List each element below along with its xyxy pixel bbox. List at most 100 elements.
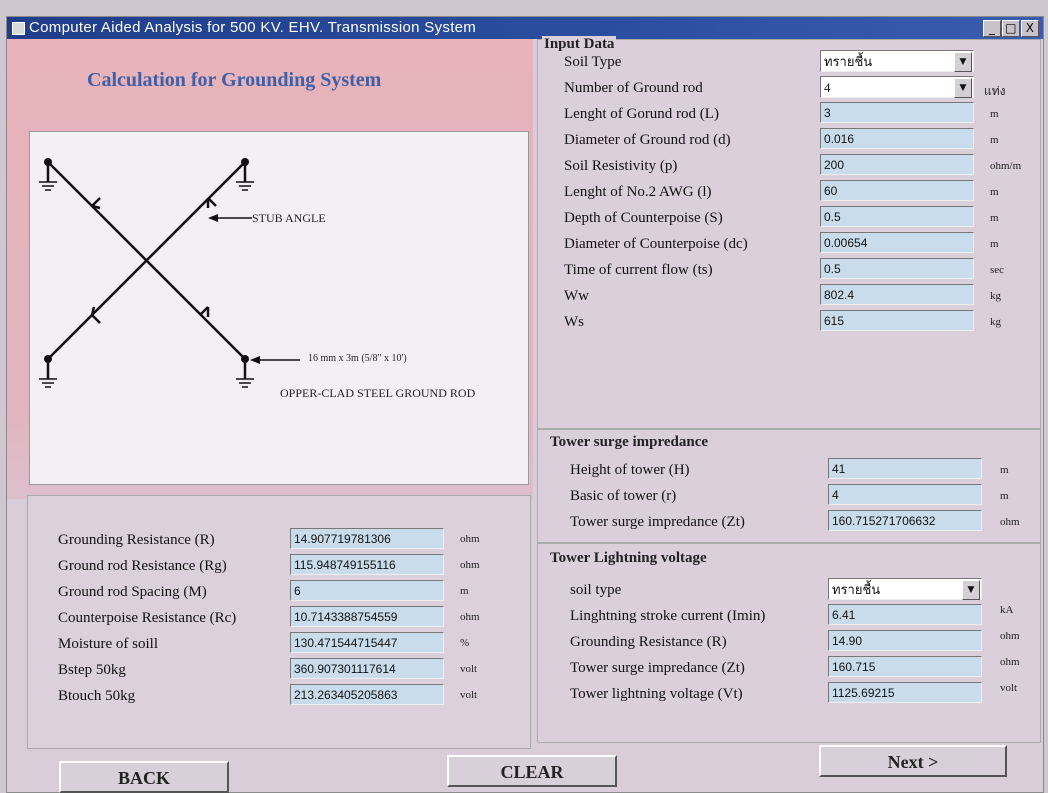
lightning-unit-r: ohm — [1000, 630, 1020, 642]
input-label-l: Lenght of Gorund rod (L) — [564, 106, 719, 122]
surge-field-r[interactable]: 4 — [828, 484, 982, 505]
lightning-field-imin[interactable]: 6.41 — [828, 604, 982, 625]
input-unit-ws: kg — [990, 316, 1001, 328]
result-field-bstep[interactable]: 360.907301117614 — [290, 658, 444, 679]
minimize-button[interactable]: _ — [983, 20, 1001, 37]
input-unit-ww: kg — [990, 290, 1001, 302]
result-label-rc: Counterpoise Resistance (Rc) — [58, 610, 237, 626]
input-label-s: Depth of Counterpoise (S) — [564, 210, 723, 226]
result-label-r: Grounding Resistance (R) — [58, 532, 215, 548]
rod-size-label: 16 mm x 3m (5/8" x 10') — [308, 353, 407, 364]
soil-type-value: ทรายชื้น — [824, 54, 873, 69]
lightning-field-vt[interactable]: 1125.69215 — [828, 682, 982, 703]
result-label-m: Ground rod Spacing (M) — [58, 584, 207, 600]
lightning-field-r[interactable]: 14.90 — [828, 630, 982, 651]
result-unit-btouch: volt — [460, 689, 478, 701]
result-field-rc[interactable]: 10.7143388754559 — [290, 606, 444, 627]
result-unit-rc: ohm — [460, 611, 480, 623]
num-rods-select[interactable]: 4 ▼ — [820, 76, 974, 98]
close-button[interactable]: X — [1021, 20, 1039, 37]
chevron-down-icon[interactable]: ▼ — [954, 52, 972, 72]
input-field-dc[interactable]: 0.00654 — [820, 232, 974, 253]
back-button[interactable]: BACK — [59, 761, 229, 793]
surge-label-r: Basic of tower (r) — [570, 488, 677, 504]
next-button[interactable]: Next > — [819, 745, 1007, 777]
lightning-soil-label: soil type — [570, 582, 622, 598]
result-unit-moisture: % — [460, 637, 470, 649]
lightning-soil-value: ทรายชื้น — [832, 582, 881, 597]
soil-type-label: Soil Type — [564, 54, 622, 70]
lightning-label-zt: Tower surge impredance (Zt) — [570, 660, 745, 676]
input-label-dc: Diameter of Counterpoise (dc) — [564, 236, 748, 252]
result-unit-rg: ohm — [460, 559, 480, 571]
window-title: Computer Aided Analysis for 500 KV. EHV.… — [29, 19, 477, 36]
result-unit-r: ohm — [460, 533, 480, 545]
lightning-label-vt: Tower lightning voltage (Vt) — [570, 686, 743, 702]
chevron-down-icon[interactable]: ▼ — [962, 580, 980, 600]
input-field-l[interactable]: 3 — [820, 102, 974, 123]
main-window: Computer Aided Analysis for 500 KV. EHV.… — [6, 16, 1044, 793]
surge-unit-zt: ohm — [1000, 516, 1020, 528]
chevron-down-icon[interactable]: ▼ — [954, 78, 972, 98]
result-unit-bstep: volt — [460, 663, 478, 675]
result-field-moisture[interactable]: 130.471544715447 — [290, 632, 444, 653]
result-field-rg[interactable]: 115.948749155116 — [290, 554, 444, 575]
input-field-d[interactable]: 0.016 — [820, 128, 974, 149]
input-data-group: Input Data Soil Type ทรายชื้น ▼ Number o… — [537, 36, 1041, 429]
input-unit-p: ohm/m — [990, 160, 1022, 172]
input-unit-ts: sec — [990, 264, 1005, 276]
surge-unit-r: m — [1000, 490, 1009, 502]
lightning-unit-vt: volt — [1000, 682, 1018, 694]
num-rods-value: 4 — [824, 80, 831, 95]
input-field-ts[interactable]: 0.5 — [820, 258, 974, 279]
clear-button[interactable]: CLEAR — [447, 755, 617, 787]
surge-group: Tower surge impredance Height of tower (… — [537, 429, 1041, 543]
result-label-moisture: Moisture of soill — [58, 636, 158, 652]
result-label-bstep: Bstep 50kg — [58, 662, 126, 678]
surge-field-h[interactable]: 41 — [828, 458, 982, 479]
lightning-unit-zt: ohm — [1000, 656, 1020, 668]
lightning-soil-select[interactable]: ทรายชื้น ▼ — [828, 578, 982, 600]
input-unit-l: m — [990, 108, 999, 120]
input-field-ws[interactable]: 615 — [820, 310, 974, 331]
app-icon[interactable] — [12, 22, 25, 35]
input-label-ts: Time of current flow (ts) — [564, 262, 713, 278]
soil-type-select[interactable]: ทรายชื้น ▼ — [820, 50, 974, 72]
result-field-btouch[interactable]: 213.263405205863 — [290, 684, 444, 705]
results-panel: Grounding Resistance (R) 14.907719781306… — [27, 495, 531, 749]
input-unit-dc: m — [990, 238, 999, 250]
result-field-r[interactable]: 14.907719781306 — [290, 528, 444, 549]
calculation-panel: Calculation for Grounding System STUB AN… — [7, 39, 533, 499]
result-label-btouch: Btouch 50kg — [58, 688, 136, 704]
input-label-ww: Ww — [564, 288, 589, 304]
result-field-m[interactable]: 6 — [290, 580, 444, 601]
input-field-awg[interactable]: 60 — [820, 180, 974, 201]
input-field-ww[interactable]: 802.4 — [820, 284, 974, 305]
title-bar: Computer Aided Analysis for 500 KV. EHV.… — [7, 17, 1043, 39]
lightning-field-zt[interactable]: 160.715 — [828, 656, 982, 677]
maximize-button[interactable]: □ — [1002, 20, 1020, 37]
input-label-d: Diameter of Ground rod (d) — [564, 132, 731, 148]
surge-label-zt: Tower surge impredance (Zt) — [570, 514, 745, 530]
surge-field-zt[interactable]: 160.715271706632 — [828, 510, 982, 531]
lightning-label-r: Grounding Resistance (R) — [570, 634, 727, 650]
input-label-ws: Ws — [564, 314, 584, 330]
input-field-s[interactable]: 0.5 — [820, 206, 974, 227]
input-unit-awg: m — [990, 186, 999, 198]
lightning-unit-imin: kA — [1000, 604, 1014, 616]
input-label-p: Soil Resistivity (p) — [564, 158, 678, 174]
lightning-label-imin: Linghtning stroke current (Imin) — [570, 608, 766, 624]
num-rods-label: Number of Ground rod — [564, 80, 703, 96]
surge-unit-h: m — [1000, 464, 1009, 476]
stub-angle-label: STUB ANGLE — [252, 211, 326, 225]
grounding-diagram: STUB ANGLE 16 mm x 3m (5/8" x 10') OPPER… — [29, 131, 529, 485]
input-unit-s: m — [990, 212, 999, 224]
input-field-p[interactable]: 200 — [820, 154, 974, 175]
surge-title: Tower surge impredance — [548, 434, 711, 451]
calculation-title: Calculation for Grounding System — [87, 69, 382, 91]
num-rods-unit: แท่ง — [984, 84, 1006, 98]
lightning-title: Tower Lightning voltage — [548, 550, 709, 567]
input-unit-d: m — [990, 134, 999, 146]
input-data-title: Input Data — [542, 36, 617, 53]
rod-type-label: OPPER-CLAD STEEL GROUND ROD — [280, 386, 476, 400]
